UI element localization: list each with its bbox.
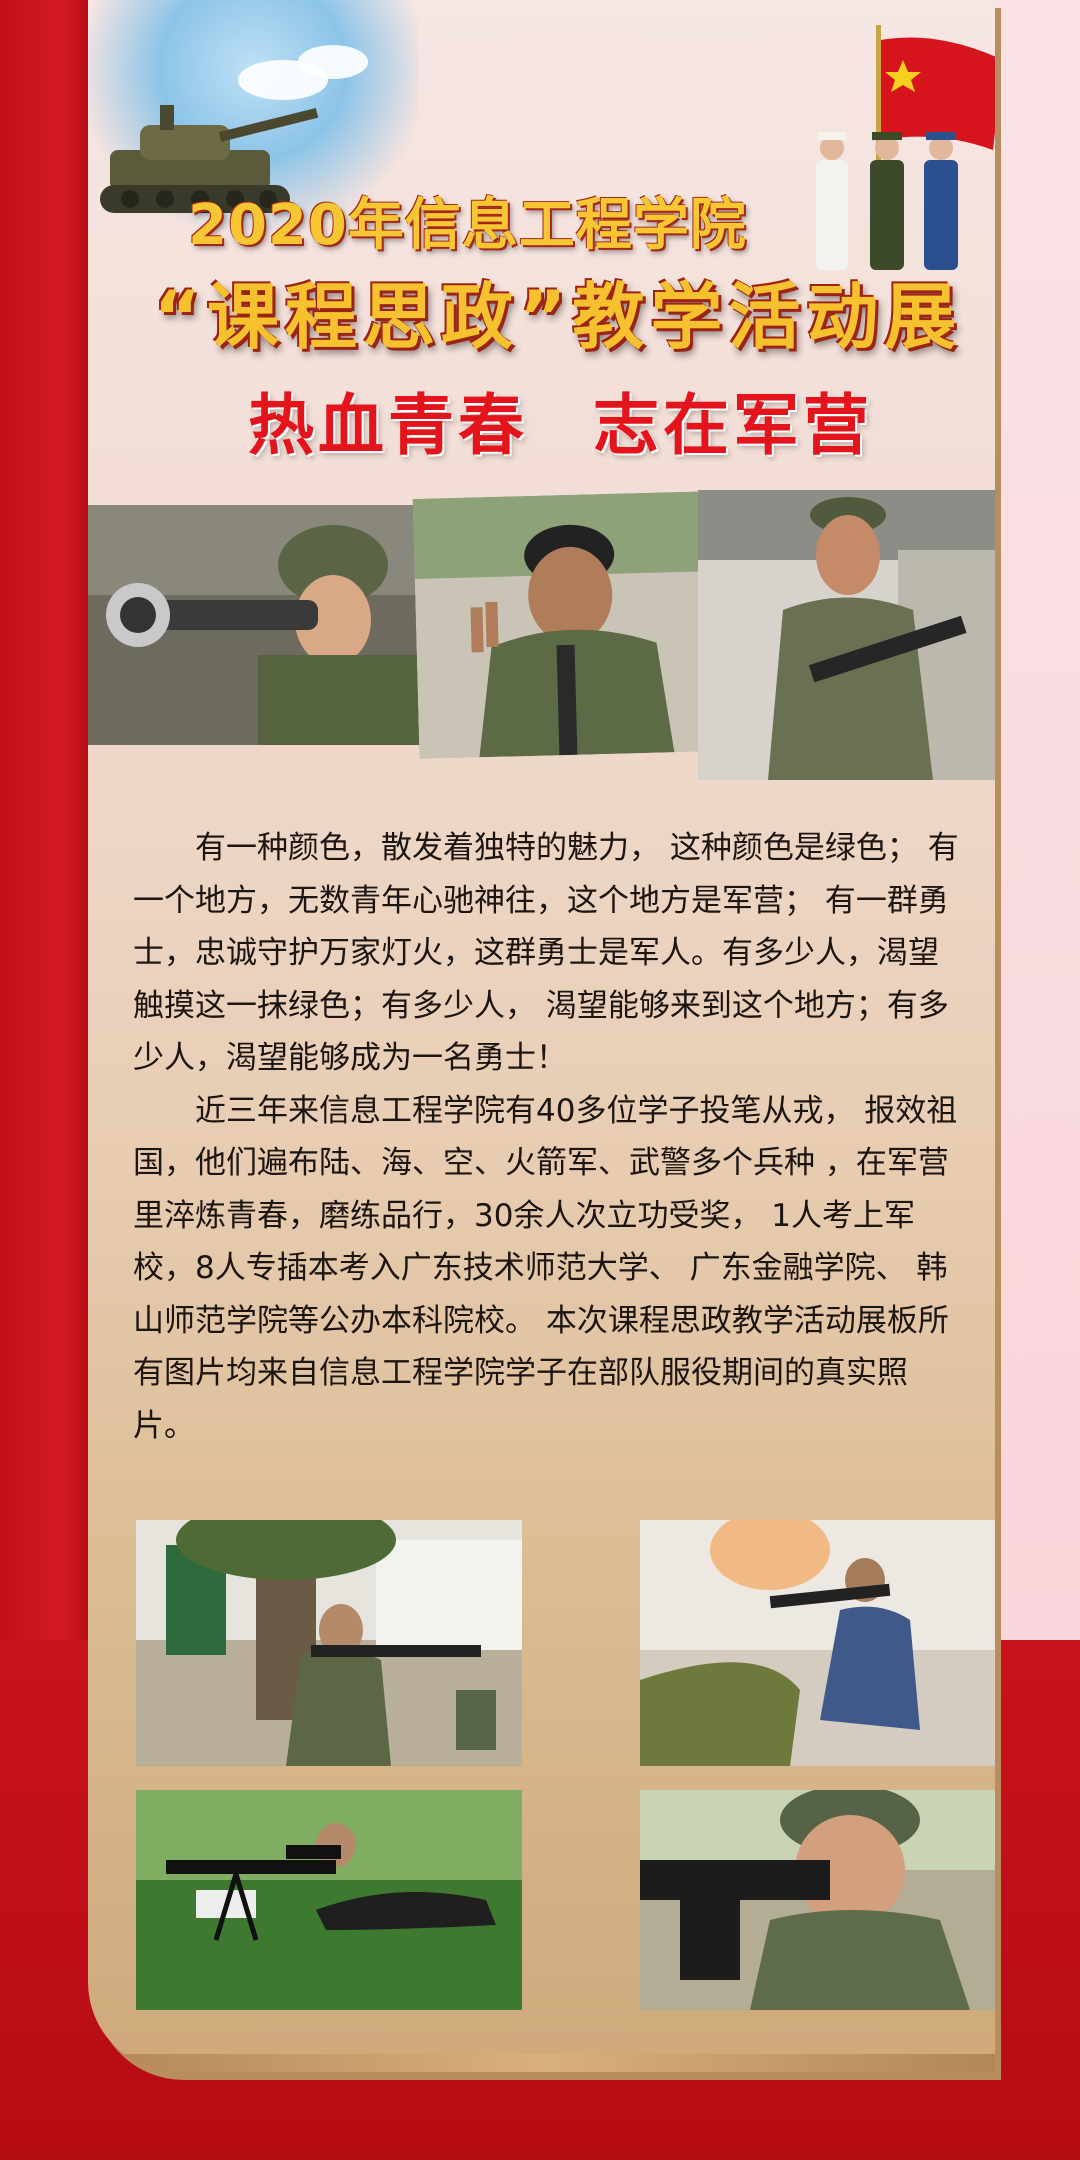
soldier-closeup-rifle-photo <box>640 1790 995 2010</box>
soldier-aiming-rifle-photo <box>88 505 423 745</box>
title-exhibition-name: “课程思政”教学活动展 <box>153 275 963 359</box>
slogan-left: 热血青春 <box>248 387 528 464</box>
right-pink-background <box>995 0 1080 1640</box>
paragraph-green-camp: 有一种颜色，散发着独特的魅力， 这种颜色是绿色； 有一个地方，无数青年心驰神往，… <box>133 830 959 1076</box>
soldier-firing-rifle-beach-photo <box>640 1520 995 1766</box>
cloud <box>298 45 368 79</box>
panel-bottom-edge <box>88 2054 995 2072</box>
soldier-prone-sniper-photo <box>136 1790 522 2010</box>
paragraph-achievements: 近三年来信息工程学院有40多位学子投笔从戎， 报效祖国，他们遍布陆、海、空、火箭… <box>133 1092 958 1444</box>
slogan-right: 志在军营 <box>593 387 873 464</box>
body-text: 有一种颜色，散发着独特的魅力， 这种颜色是绿色； 有一个地方，无数青年心驰神往，… <box>133 822 963 1452</box>
soldier-standing-with-rifle-photo <box>698 490 995 780</box>
soldier-peace-sign-photo <box>412 491 720 759</box>
main-panel: 2020年信息工程学院 “课程思政”教学活动展 热血青春 志在军营 有一种颜色，… <box>88 0 995 2072</box>
soldier-kneeling-aiming-photo <box>136 1520 522 1766</box>
title-year-college: 2020年信息工程学院 <box>188 193 747 258</box>
